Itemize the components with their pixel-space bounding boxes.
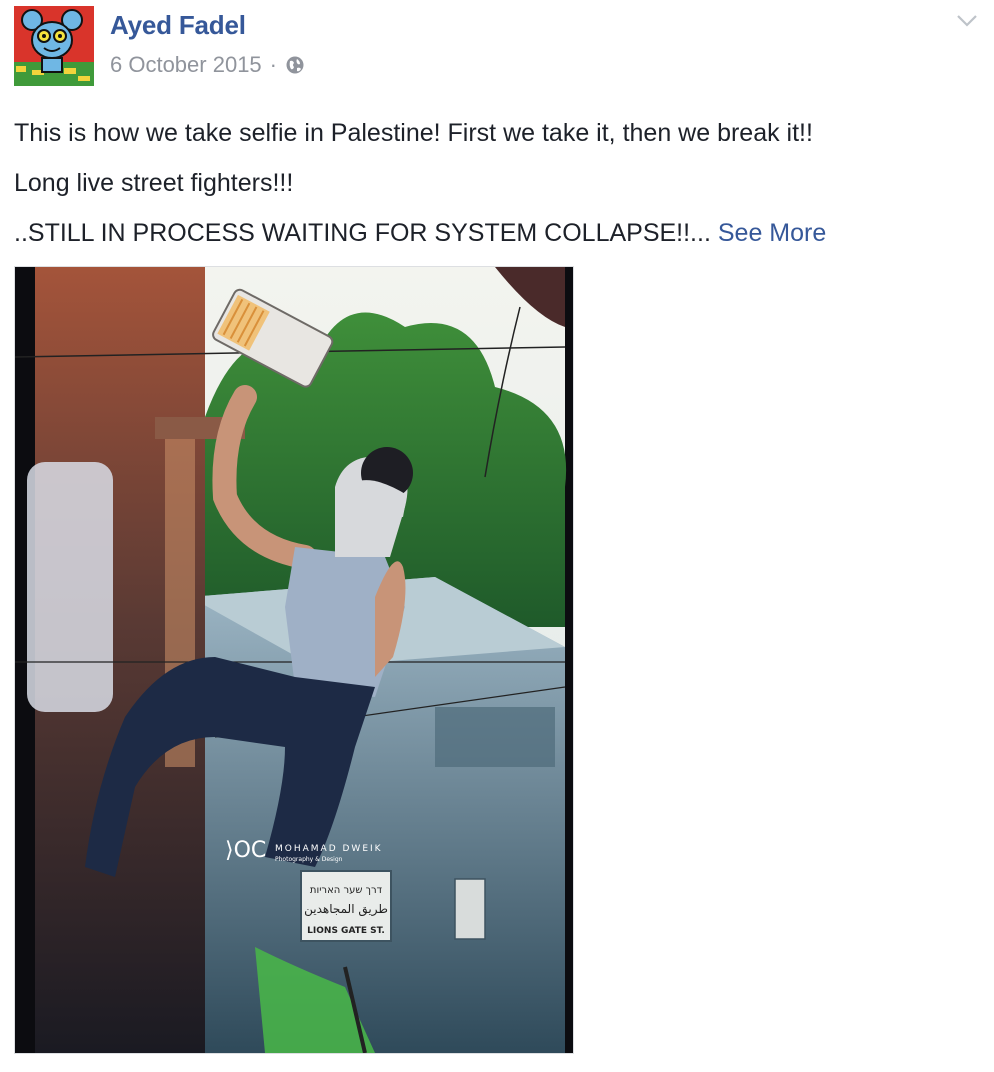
post-text-line: Long live street fighters!!! (14, 169, 294, 197)
globe-icon[interactable] (285, 55, 305, 75)
watermark-name: MOHAMAD DWEIK (275, 844, 383, 854)
sign-hebrew: דרך שער האריות (310, 885, 383, 896)
avatar-image (14, 6, 94, 86)
watermark-logo: ⟩OC (225, 838, 266, 863)
post-card: Ayed Fadel 6 October 2015 · This is how … (0, 0, 994, 1072)
author-name[interactable]: Ayed Fadel (110, 10, 246, 41)
watermark-subtitle: Photography & Design (275, 856, 343, 863)
post-text-line-3: ..STILL IN PROCESS WAITING FOR SYSTEM CO… (14, 219, 711, 247)
post-text-line: This is how we take selfie in Palestine!… (14, 119, 813, 147)
sign-english: LIONS GATE ST. (307, 926, 385, 936)
post-text: This is how we take selfie in Palestine!… (14, 108, 974, 258)
sign-arabic: طريق المجاهدين (304, 902, 388, 917)
chevron-down-icon[interactable] (954, 10, 980, 30)
meta-separator: · (269, 52, 277, 77)
post-meta: 6 October 2015 · (110, 52, 305, 78)
avatar[interactable] (14, 6, 94, 86)
post-photo[interactable]: דרך שער האריות طريق المجاهدين LIONS GATE… (14, 266, 574, 1054)
post-timestamp[interactable]: 6 October 2015 (110, 52, 262, 78)
post-photo-image: דרך שער האריות طريق المجاهدين LIONS GATE… (15, 267, 573, 1053)
see-more-link[interactable]: See More (718, 219, 826, 247)
post-text-line: ..STILL IN PROCESS WAITING FOR SYSTEM CO… (14, 208, 974, 258)
